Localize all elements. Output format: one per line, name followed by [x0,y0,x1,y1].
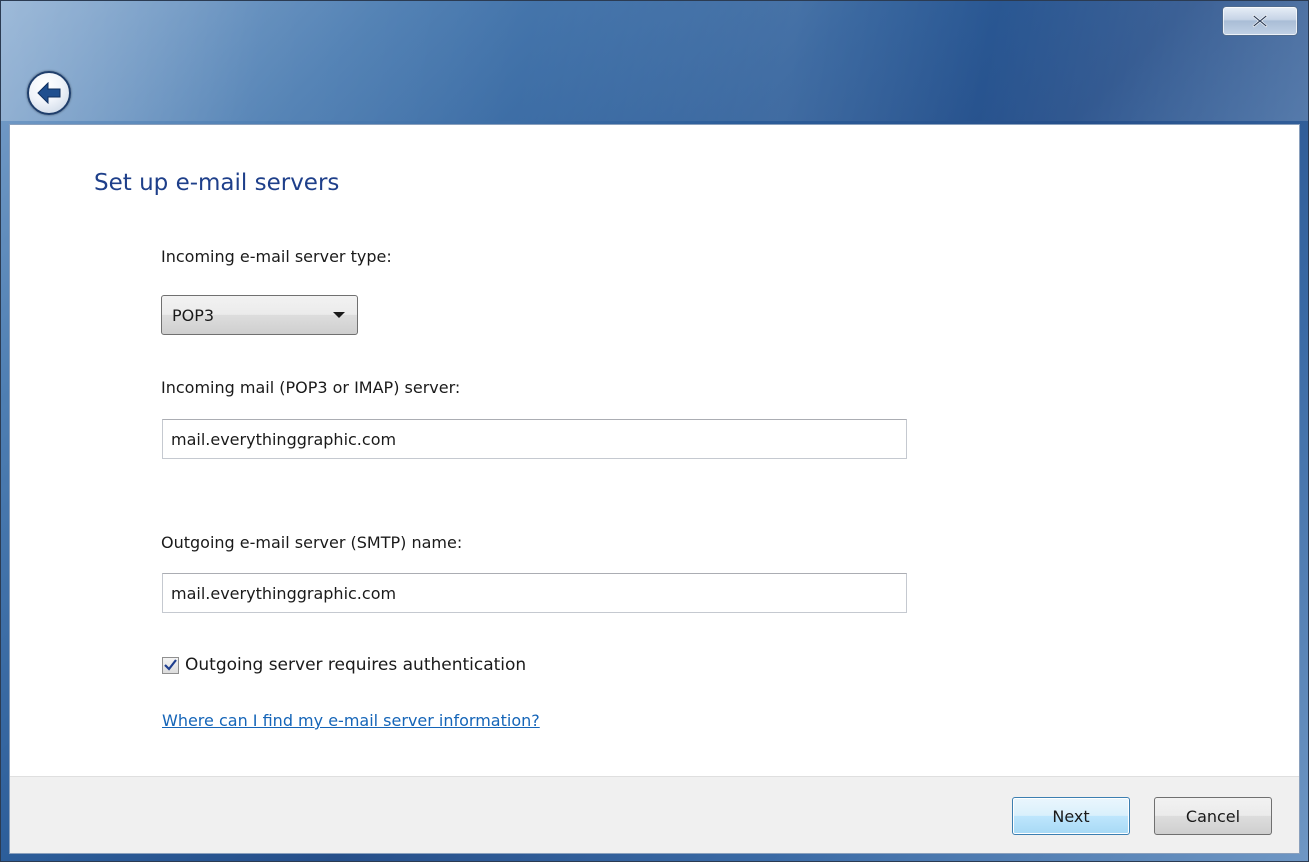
server-info-help-link[interactable]: Where can I find my e-mail server inform… [162,711,540,730]
cancel-button[interactable]: Cancel [1154,797,1272,835]
auth-checkbox-label: Outgoing server requires authentication [185,655,527,675]
next-button[interactable]: Next [1012,797,1130,835]
incoming-server-label: Incoming mail (POP3 or IMAP) server: [161,378,461,397]
incoming-server-input[interactable] [162,419,907,459]
dialog-window: Set up e-mail servers Incoming e-mail se… [0,0,1309,862]
back-arrow-icon [37,82,61,104]
outgoing-server-input[interactable] [162,573,907,613]
auth-checkbox[interactable] [162,656,179,674]
back-button[interactable] [27,71,71,115]
dialog-content: Set up e-mail servers Incoming e-mail se… [9,124,1300,854]
page-title: Set up e-mail servers [94,170,340,196]
incoming-type-label: Incoming e-mail server type: [161,247,392,266]
dialog-footer: Next Cancel [10,776,1299,853]
close-button[interactable] [1222,6,1298,36]
outgoing-server-label: Outgoing e-mail server (SMTP) name: [161,533,463,552]
checkmark-icon [164,659,177,671]
incoming-type-value: POP3 [172,305,215,325]
dropdown-arrow-icon [333,312,345,318]
close-icon [1252,14,1268,28]
incoming-type-select[interactable]: POP3 [161,295,358,335]
auth-checkbox-row[interactable]: Outgoing server requires authentication [162,655,526,675]
